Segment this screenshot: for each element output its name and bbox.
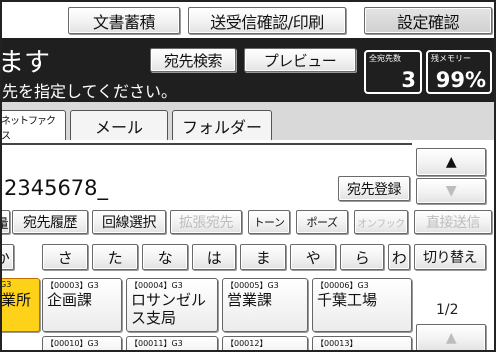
destination-card[interactable]: 【00006】G3 千葉工場 [312, 278, 412, 332]
destination-card[interactable]: 【00013】 [312, 336, 412, 352]
destination-search-button[interactable]: 宛先検索 [150, 48, 236, 72]
destination-name: 千葉工場 [317, 291, 378, 309]
destination-card-selected[interactable]: G3 業所 [0, 278, 40, 332]
destination-code: 【00005】G3 [226, 281, 279, 290]
memory-remaining-value: 99% [435, 68, 486, 92]
screen-title: ます [0, 48, 51, 78]
destination-code: 【00013】 [316, 339, 358, 348]
destination-card[interactable]: 【00011】G3 [126, 336, 218, 352]
partial-action-button[interactable]: 量 [0, 210, 10, 234]
destination-code: 【00006】G3 [316, 281, 369, 290]
destination-card[interactable]: 【00003】G3 企画課 [42, 278, 122, 332]
destination-code: 【00003】G3 [46, 281, 99, 290]
kana-index-button[interactable]: た [92, 244, 138, 270]
destination-card[interactable]: 【00004】G3 ロサンゼル ス支局 [126, 278, 218, 332]
tab-netfax[interactable]: ネットファクス [0, 110, 66, 143]
destination-card[interactable]: 【00012】 [222, 336, 308, 352]
kana-index-button[interactable]: わ [388, 244, 410, 270]
scroll-up-button[interactable]: ▲ [416, 148, 486, 176]
tx-status-print-button[interactable]: 送受信確認/印刷 [188, 7, 346, 34]
instruction-text: 先を指定してください。 [2, 82, 178, 101]
scroll-down-button[interactable]: ▼ [416, 178, 486, 204]
pause-button[interactable]: ポーズ [296, 210, 348, 234]
kana-index-button[interactable]: か [0, 244, 14, 270]
kana-index-button[interactable]: ま [240, 244, 286, 270]
kana-index-button[interactable]: な [142, 244, 188, 270]
kana-index-button[interactable]: や [290, 244, 336, 270]
destination-name: 営業課 [227, 291, 273, 309]
direct-send-button[interactable]: 直接送信 [414, 210, 492, 234]
destination-card[interactable]: 【00005】G3 営業課 [222, 278, 308, 332]
memory-remaining-label: 残メモリー [431, 54, 471, 63]
page-indicator: 1/2 [436, 302, 459, 318]
tab-mail[interactable]: メール [70, 110, 168, 140]
extended-destination-button[interactable]: 拡張宛先 [170, 210, 242, 234]
total-destinations-counter: 全宛先数 3 [364, 50, 422, 94]
total-destinations-value: 3 [401, 68, 416, 92]
register-destination-button[interactable]: 宛先登録 [338, 176, 410, 201]
destination-card[interactable]: 【00010】G3 [42, 336, 122, 352]
on-hook-button[interactable]: オンフック [354, 210, 408, 234]
destination-name: 業所 [1, 291, 32, 309]
total-destinations-label: 全宛先数 [369, 54, 401, 63]
settings-check-button[interactable]: 設定確認 [364, 7, 492, 34]
memory-remaining-counter: 残メモリー 99% [426, 50, 492, 94]
destination-code: G3 [0, 280, 12, 289]
tab-folder[interactable]: フォルダー [172, 110, 272, 140]
top-bar: 文書蓄積 送受信確認/印刷 設定確認 [0, 0, 496, 38]
destination-code: 【00012】 [226, 339, 268, 348]
destination-code: 【00011】G3 [130, 339, 183, 348]
destination-name: 企画課 [47, 291, 93, 309]
kana-index-button[interactable]: は [192, 244, 236, 270]
kana-switch-button[interactable]: 切り替え [414, 244, 486, 270]
kana-index-button[interactable]: ら [340, 244, 384, 270]
fax-number-entry[interactable]: 2345678_ [4, 176, 108, 200]
fax-screen: 文書蓄積 送受信確認/印刷 設定確認 ます 先を指定してください。 宛先検索 プ… [0, 0, 496, 352]
preview-button[interactable]: プレビュー [244, 48, 356, 72]
destination-code: 【00010】G3 [46, 339, 99, 348]
kana-index-button[interactable]: さ [42, 244, 88, 270]
panel-divider [0, 143, 412, 145]
line-select-button[interactable]: 回線選択 [92, 210, 166, 234]
destination-name: ロサンゼル ス支局 [131, 291, 207, 327]
page-up-button[interactable]: ▲ [416, 324, 486, 352]
document-storage-button[interactable]: 文書蓄積 [68, 7, 180, 34]
destination-history-button[interactable]: 宛先履歴 [12, 210, 88, 234]
tone-button[interactable]: トーン [248, 210, 290, 234]
destination-code: 【00004】G3 [130, 281, 183, 290]
